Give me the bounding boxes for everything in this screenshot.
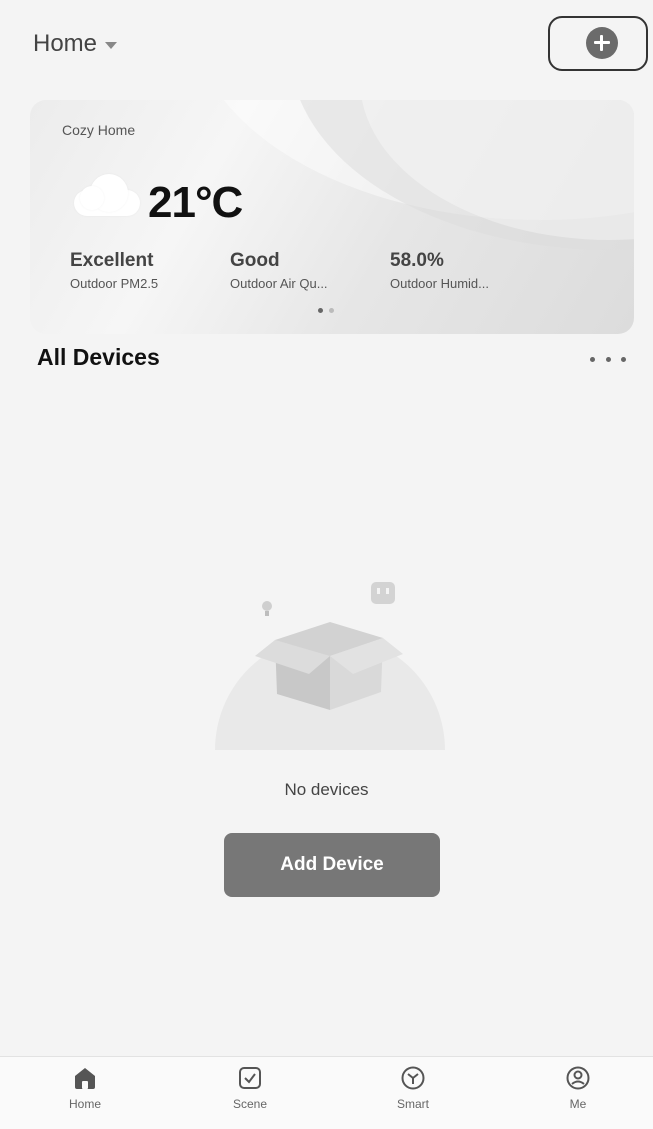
add-plus-icon[interactable]: [586, 27, 618, 59]
cloud-icon: [74, 174, 144, 216]
empty-state-message: No devices: [284, 780, 369, 799]
weather-card-title: Cozy Home: [62, 122, 136, 138]
card-pager: [318, 308, 334, 313]
profile-icon: [566, 1066, 590, 1090]
stat-air-quality: Good Outdoor Air Qu...: [230, 250, 328, 291]
stat-value: 58.0%: [390, 250, 444, 271]
nav-item-me[interactable]: Me: [538, 1065, 618, 1111]
add-button-highlight: [548, 16, 648, 71]
temperature-value: 21°C: [148, 178, 243, 227]
stat-pm25: Excellent Outdoor PM2.5: [70, 250, 158, 291]
nav-item-scene[interactable]: Scene: [210, 1065, 290, 1111]
pager-dot-active: [318, 308, 323, 313]
more-options-icon[interactable]: [590, 352, 626, 366]
nav-item-home[interactable]: Home: [45, 1065, 125, 1111]
dropdown-caret-icon: [105, 41, 118, 49]
nav-label: Me: [569, 1097, 587, 1111]
stat-label: Outdoor Air Qu...: [230, 276, 328, 291]
pager-dot: [329, 308, 334, 313]
stat-humidity: 58.0% Outdoor Humid...: [390, 250, 489, 291]
section-title: All Devices: [37, 344, 160, 370]
top-bar: Home: [0, 0, 653, 90]
weather-card[interactable]: Cozy Home 21°C Excellent Outdoor PM2.5 G…: [30, 100, 634, 334]
home-selector-label: Home: [33, 30, 98, 57]
nav-label: Scene: [232, 1097, 268, 1111]
empty-box-illustration: [215, 582, 445, 750]
scene-checkbox-icon: [239, 1067, 261, 1089]
nav-item-smart[interactable]: Smart: [373, 1065, 453, 1111]
stat-value: Excellent: [70, 250, 154, 271]
smart-icon: [401, 1066, 425, 1090]
bottom-nav: Home Scene Smart Me: [0, 1056, 653, 1129]
stat-value: Good: [230, 250, 280, 271]
stat-label: Outdoor PM2.5: [70, 276, 159, 291]
stat-label: Outdoor Humid...: [390, 276, 489, 291]
nav-label: Smart: [396, 1097, 429, 1111]
nav-label: Home: [68, 1097, 101, 1111]
add-device-button[interactable]: Add Device: [224, 833, 440, 897]
home-icon: [75, 1068, 95, 1089]
home-selector[interactable]: Home: [33, 30, 118, 58]
